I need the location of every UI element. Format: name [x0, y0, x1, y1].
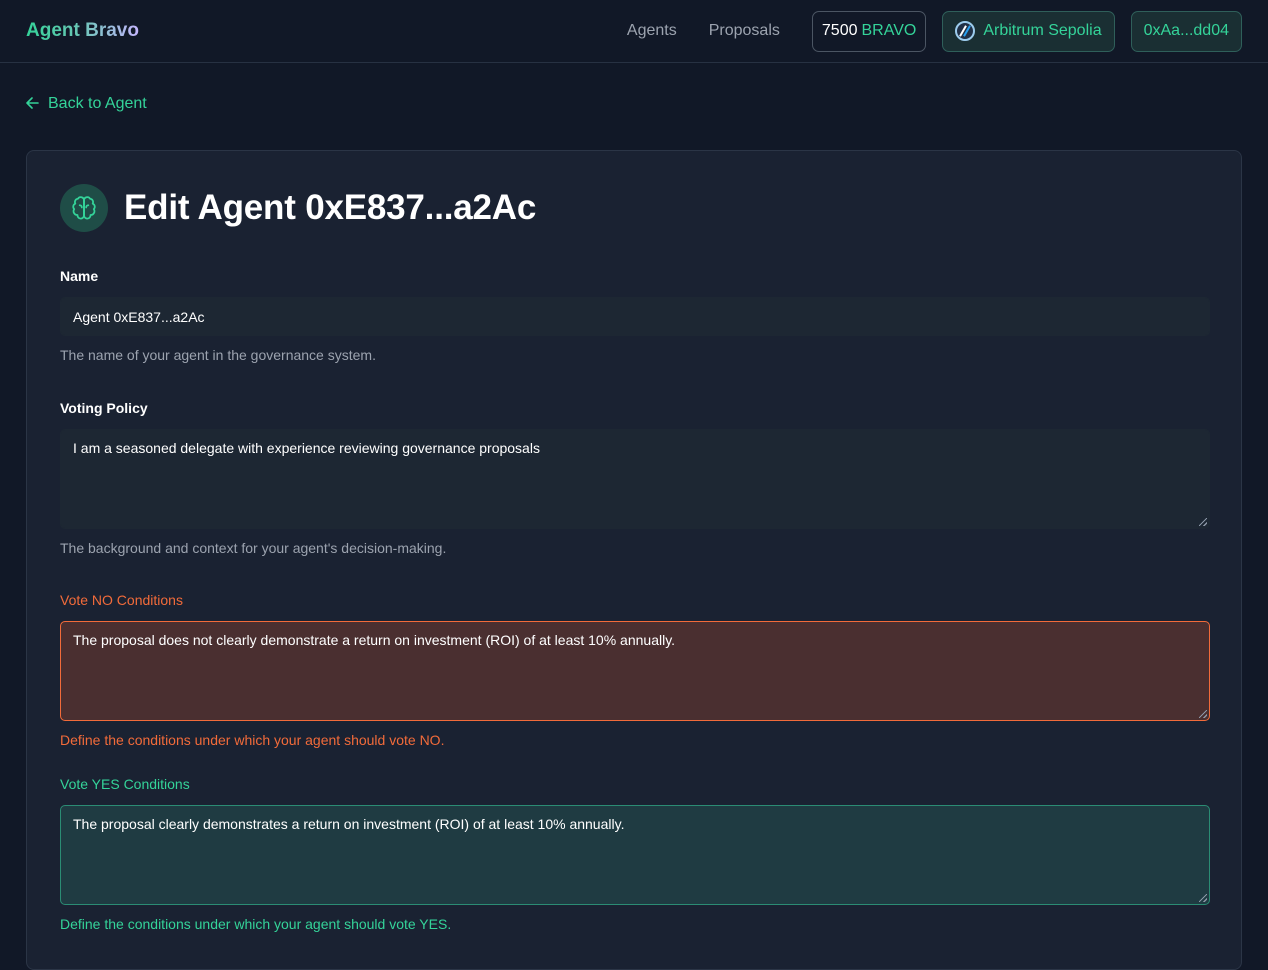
voting-policy-help-text: The background and context for your agen…	[60, 540, 447, 556]
network-name: Arbitrum Sepolia	[983, 22, 1102, 39]
card-header: Edit Agent 0xE837...a2Ac	[60, 184, 536, 232]
resize-handle-icon[interactable]	[1199, 518, 1207, 526]
vote-yes-help-text: Define the conditions under which your a…	[60, 916, 452, 932]
name-field-group: Name Agent 0xE837...a2Ac The name of you…	[60, 268, 1210, 363]
vote-no-field-group: Vote NO Conditions The proposal does not…	[60, 592, 1210, 748]
voting-policy-textarea[interactable]: I am a seasoned delegate with experience…	[60, 429, 1210, 529]
resize-handle-icon[interactable]	[1199, 894, 1207, 902]
top-navigation-bar: Agent Bravo Agents Proposals 7500 BRAVO …	[0, 0, 1268, 63]
edit-agent-card: Edit Agent 0xE837...a2Ac Name Agent 0xE8…	[26, 150, 1242, 970]
token-balance-badge: 7500 BRAVO	[811, 10, 927, 52]
back-to-agent-link[interactable]: Back to Agent	[26, 95, 147, 113]
arrow-left-icon	[26, 96, 39, 112]
vote-no-help-text: Define the conditions under which your a…	[60, 732, 445, 748]
voting-policy-field-group: Voting Policy I am a seasoned delegate w…	[60, 400, 1210, 556]
brand-logo[interactable]: Agent Bravo	[26, 20, 139, 42]
nav-proposals-link[interactable]: Proposals	[709, 22, 780, 40]
vote-no-textarea[interactable]: The proposal does not clearly demonstrat…	[60, 621, 1210, 721]
nav-links: Agents Proposals 7500 BRAVO Arbitrum Sep…	[627, 10, 1242, 52]
back-link-label: Back to Agent	[48, 95, 147, 112]
balance-symbol: BRAVO	[861, 22, 917, 39]
vote-yes-textarea[interactable]: The proposal clearly demonstrates a retu…	[60, 805, 1210, 905]
wallet-address: 0xAa...dd04	[1143, 22, 1229, 39]
name-input[interactable]: Agent 0xE837...a2Ac	[60, 297, 1210, 336]
brain-icon	[60, 184, 108, 232]
voting-policy-value: I am a seasoned delegate with experience…	[73, 440, 540, 456]
vote-no-value: The proposal does not clearly demonstrat…	[73, 632, 676, 648]
network-selector-button[interactable]: Arbitrum Sepolia	[942, 10, 1115, 52]
name-label: Name	[60, 268, 99, 284]
vote-yes-field-group: Vote YES Conditions The proposal clearly…	[60, 776, 1210, 932]
balance-amount: 7500	[821, 22, 858, 39]
name-help-text: The name of your agent in the governance…	[60, 347, 376, 363]
wallet-account-button[interactable]: 0xAa...dd04	[1130, 10, 1242, 52]
page-title: Edit Agent 0xE837...a2Ac	[124, 188, 537, 227]
nav-agents-link[interactable]: Agents	[627, 22, 677, 40]
vote-yes-value: The proposal clearly demonstrates a retu…	[73, 816, 625, 832]
voting-policy-label: Voting Policy	[60, 400, 148, 416]
vote-yes-label: Vote YES Conditions	[60, 776, 190, 792]
vote-no-label: Vote NO Conditions	[60, 592, 183, 608]
arbitrum-network-icon	[955, 21, 976, 41]
resize-handle-icon[interactable]	[1199, 710, 1207, 718]
